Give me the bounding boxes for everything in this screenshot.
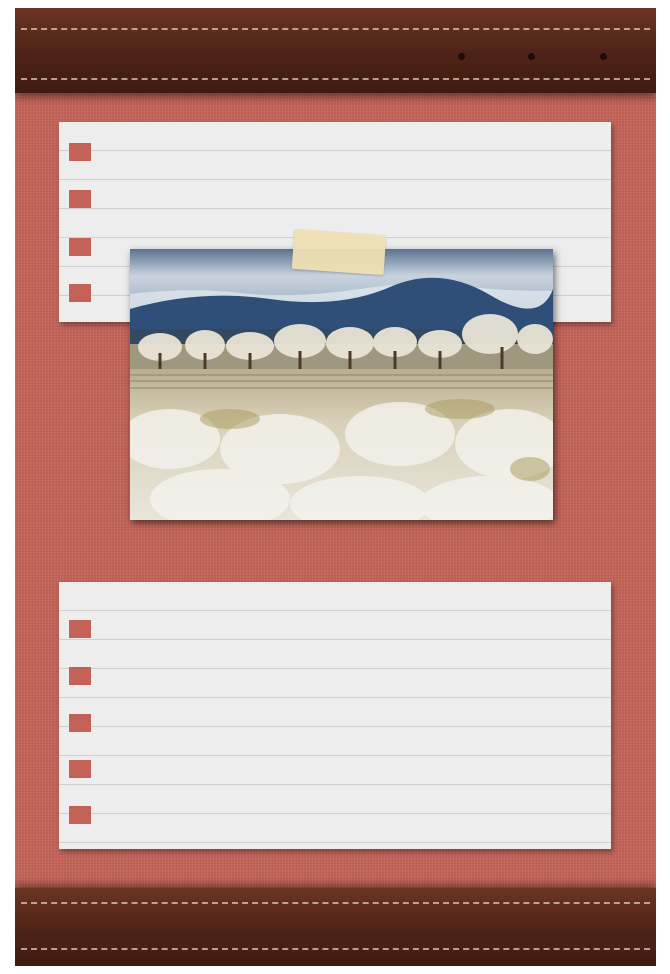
strap-hole bbox=[600, 53, 607, 60]
stitch-line bbox=[21, 902, 650, 904]
punch-hole bbox=[69, 620, 91, 638]
orchard-photo-image bbox=[130, 249, 553, 520]
strap-hole bbox=[528, 53, 535, 60]
orchard-photo[interactable] bbox=[130, 249, 553, 520]
punch-hole bbox=[69, 667, 91, 685]
stitch-line bbox=[21, 28, 650, 30]
stitch-line bbox=[21, 78, 650, 80]
board-frame bbox=[15, 8, 656, 966]
punch-hole bbox=[69, 760, 91, 778]
torn-note-paper-bottom bbox=[59, 582, 611, 849]
strap-hole bbox=[458, 53, 465, 60]
tape-strip bbox=[291, 228, 387, 276]
punch-hole bbox=[69, 806, 91, 824]
punch-hole bbox=[69, 284, 91, 302]
punch-hole bbox=[69, 714, 91, 732]
punch-hole bbox=[69, 143, 91, 161]
leather-strap-top bbox=[15, 8, 656, 93]
punch-hole bbox=[69, 190, 91, 208]
punch-hole bbox=[69, 238, 91, 256]
stitch-line bbox=[21, 948, 650, 950]
leather-strap-bottom bbox=[15, 888, 656, 966]
